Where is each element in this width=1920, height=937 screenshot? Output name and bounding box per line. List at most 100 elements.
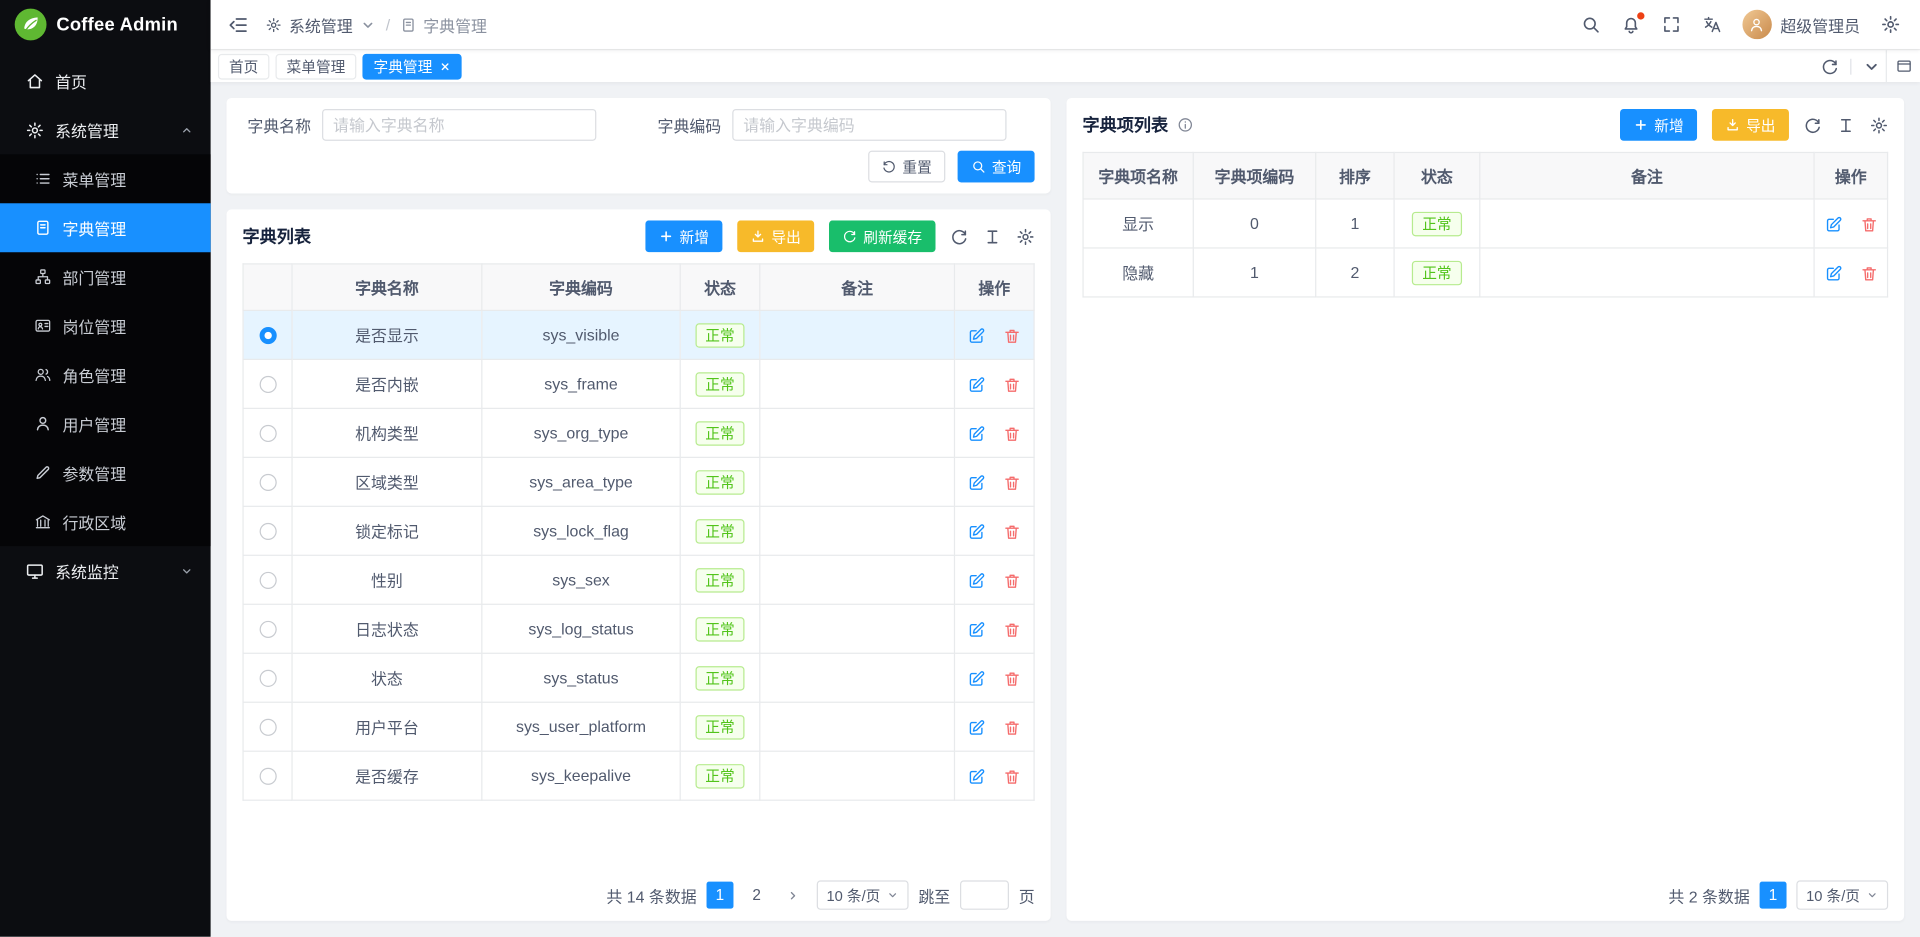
search-button[interactable] bbox=[1581, 15, 1601, 35]
edit-icon[interactable] bbox=[967, 424, 985, 442]
sidebar-item-dict-mgmt[interactable]: 字典管理 bbox=[0, 203, 211, 252]
add-dict-item-button[interactable]: 新增 bbox=[1620, 109, 1697, 141]
export-dict-item-button[interactable]: 导出 bbox=[1712, 109, 1789, 141]
row-radio[interactable] bbox=[259, 376, 276, 393]
maximize-content-button[interactable] bbox=[1886, 50, 1920, 82]
export-dict-button[interactable]: 导出 bbox=[737, 220, 814, 252]
sidebar-item-system[interactable]: 系统管理 bbox=[0, 105, 211, 154]
avatar[interactable] bbox=[1742, 10, 1771, 39]
sidebar-collapse-button[interactable] bbox=[228, 14, 249, 35]
delete-icon[interactable] bbox=[1003, 620, 1021, 638]
delete-icon[interactable] bbox=[1003, 326, 1021, 344]
sidebar-item-role-mgmt[interactable]: 角色管理 bbox=[0, 350, 211, 399]
dict-name-input[interactable] bbox=[322, 109, 596, 141]
table-row[interactable]: 用户平台sys_user_platform正常 bbox=[243, 702, 1034, 751]
delete-icon[interactable] bbox=[1003, 424, 1021, 442]
edit-icon[interactable] bbox=[967, 669, 985, 687]
delete-icon[interactable] bbox=[1003, 473, 1021, 491]
fullscreen-button[interactable] bbox=[1662, 15, 1682, 35]
dict-icon bbox=[400, 17, 416, 33]
row-radio[interactable] bbox=[259, 474, 276, 491]
row-radio[interactable] bbox=[259, 670, 276, 687]
breadcrumb-system[interactable]: 系统管理 bbox=[289, 13, 353, 36]
refresh-cache-button[interactable]: 刷新缓存 bbox=[829, 220, 936, 252]
delete-icon[interactable] bbox=[1003, 571, 1021, 589]
row-radio[interactable] bbox=[259, 425, 276, 442]
page-button-2[interactable]: 2 bbox=[743, 882, 770, 909]
language-button[interactable] bbox=[1702, 15, 1722, 35]
delete-icon[interactable] bbox=[1859, 264, 1877, 282]
delete-icon[interactable] bbox=[1003, 718, 1021, 736]
row-radio[interactable] bbox=[259, 572, 276, 589]
tab-close-icon[interactable] bbox=[440, 61, 451, 72]
tab-dict-mgmt[interactable]: 字典管理 bbox=[362, 53, 461, 79]
sidebar-item-home[interactable]: 首页 bbox=[0, 56, 211, 105]
table-row[interactable]: 隐藏12正常 bbox=[1083, 248, 1887, 297]
edit-icon[interactable] bbox=[967, 473, 985, 491]
delete-icon[interactable] bbox=[1003, 522, 1021, 540]
sidebar-item-menu-mgmt[interactable]: 菜单管理 bbox=[0, 154, 211, 203]
row-radio[interactable] bbox=[259, 621, 276, 638]
table-row[interactable]: 机构类型sys_org_type正常 bbox=[243, 408, 1034, 457]
row-radio[interactable] bbox=[259, 768, 276, 785]
table-size-button[interactable] bbox=[983, 227, 1001, 245]
table-row[interactable]: 锁定标记sys_lock_flag正常 bbox=[243, 506, 1034, 555]
table-row[interactable]: 状态sys_status正常 bbox=[243, 653, 1034, 702]
edit-icon[interactable] bbox=[1824, 215, 1842, 233]
delete-icon[interactable] bbox=[1859, 215, 1877, 233]
notification-button[interactable] bbox=[1621, 15, 1641, 35]
edit-icon[interactable] bbox=[967, 620, 985, 638]
table-size-button[interactable] bbox=[1837, 116, 1855, 134]
table-row[interactable]: 区域类型sys_area_type正常 bbox=[243, 457, 1034, 506]
edit-icon[interactable] bbox=[967, 522, 985, 540]
sidebar-item-post-mgmt[interactable]: 岗位管理 bbox=[0, 301, 211, 350]
edit-icon[interactable] bbox=[967, 326, 985, 344]
sidebar-item-param-mgmt[interactable]: 参数管理 bbox=[0, 448, 211, 497]
sidebar-item-monitor[interactable]: 系统监控 bbox=[0, 546, 211, 595]
refresh-table-button[interactable] bbox=[1804, 116, 1822, 134]
refresh-table-button[interactable] bbox=[950, 227, 968, 245]
delete-icon[interactable] bbox=[1003, 669, 1021, 687]
delete-icon[interactable] bbox=[1003, 375, 1021, 393]
download-icon bbox=[751, 229, 766, 244]
dict-pagination: 共 14 条数据1210 条/页跳至页 bbox=[242, 871, 1034, 910]
table-row[interactable]: 是否内嵌sys_frame正常 bbox=[243, 359, 1034, 408]
page-button-1[interactable]: 1 bbox=[1760, 882, 1787, 909]
sidebar-item-region-mgmt[interactable]: 行政区域 bbox=[0, 497, 211, 546]
edit-icon[interactable] bbox=[967, 718, 985, 736]
add-dict-button[interactable]: 新增 bbox=[645, 220, 722, 252]
delete-icon[interactable] bbox=[1003, 767, 1021, 785]
page-size-select[interactable]: 10 条/页 bbox=[817, 881, 909, 910]
user-name[interactable]: 超级管理员 bbox=[1780, 13, 1860, 36]
dict-code-input[interactable] bbox=[732, 109, 1006, 141]
settings-button[interactable] bbox=[1881, 15, 1901, 35]
sidebar-item-user-mgmt[interactable]: 用户管理 bbox=[0, 399, 211, 448]
table-row[interactable]: 性别sys_sex正常 bbox=[243, 555, 1034, 604]
table-row[interactable]: 日志状态sys_log_status正常 bbox=[243, 604, 1034, 653]
table-settings-button[interactable] bbox=[1016, 227, 1034, 245]
edit-icon[interactable] bbox=[967, 571, 985, 589]
tab-menu-mgmt[interactable]: 菜单管理 bbox=[276, 53, 357, 79]
table-row[interactable]: 显示01正常 bbox=[1083, 199, 1887, 248]
page-button-1[interactable]: 1 bbox=[706, 882, 733, 909]
page-size-select[interactable]: 10 条/页 bbox=[1796, 881, 1888, 910]
list-icon bbox=[34, 170, 51, 187]
query-button[interactable]: 查询 bbox=[958, 151, 1035, 183]
edit-icon[interactable] bbox=[967, 767, 985, 785]
row-radio[interactable] bbox=[259, 719, 276, 736]
sidebar-item-dept-mgmt[interactable]: 部门管理 bbox=[0, 252, 211, 301]
tab-options-button[interactable] bbox=[1862, 57, 1880, 75]
table-row[interactable]: 是否显示sys_visible正常 bbox=[243, 310, 1034, 359]
edit-icon[interactable] bbox=[1824, 264, 1842, 282]
row-radio[interactable] bbox=[259, 523, 276, 540]
reset-button[interactable]: 重置 bbox=[868, 151, 945, 183]
table-settings-button[interactable] bbox=[1870, 116, 1888, 134]
app-logo[interactable]: Coffee Admin bbox=[0, 0, 211, 49]
tab-home[interactable]: 首页 bbox=[218, 53, 269, 79]
jump-page-input[interactable] bbox=[960, 881, 1009, 910]
next-page-button[interactable] bbox=[780, 882, 807, 909]
table-row[interactable]: 是否缓存sys_keepalive正常 bbox=[243, 751, 1034, 800]
edit-icon[interactable] bbox=[967, 375, 985, 393]
row-radio[interactable] bbox=[259, 327, 276, 344]
refresh-tabs-button[interactable] bbox=[1821, 57, 1839, 75]
